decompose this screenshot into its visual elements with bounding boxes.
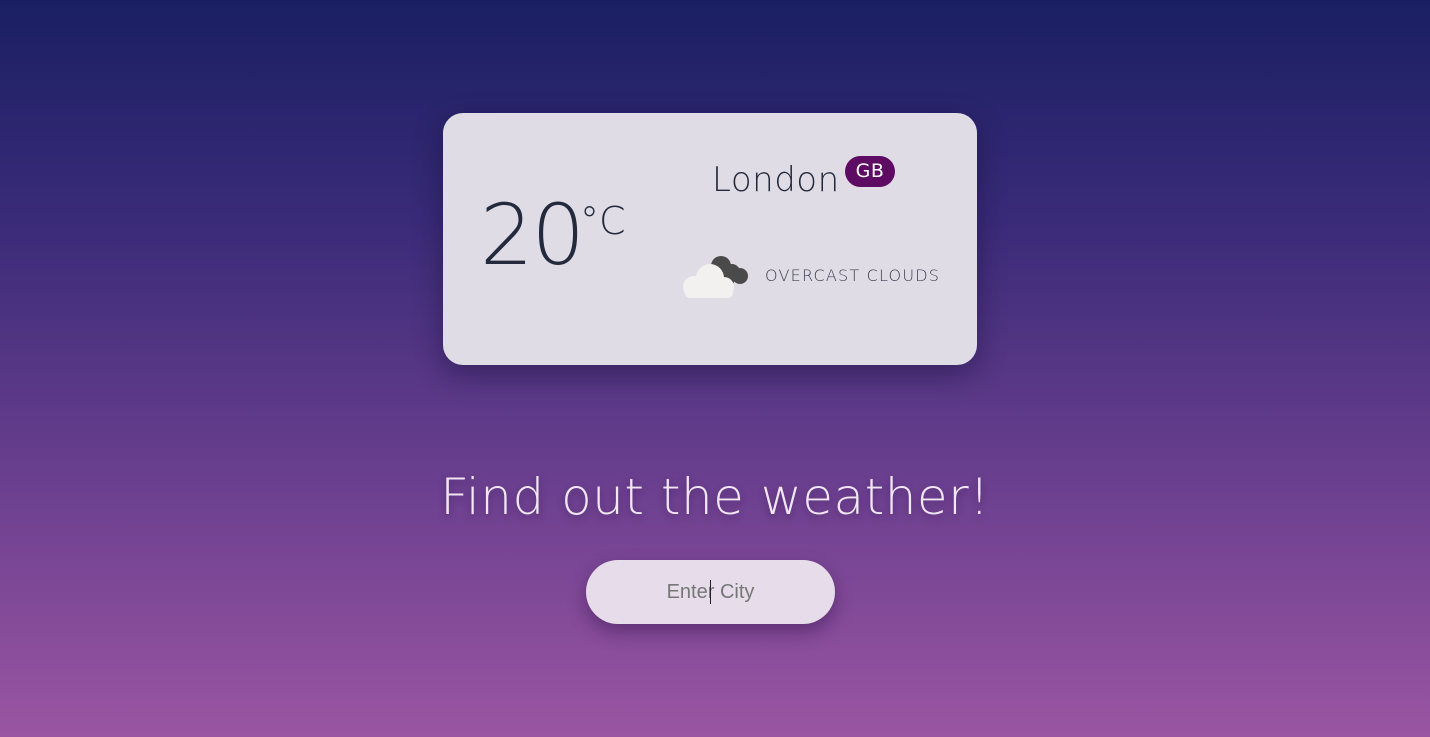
overcast-clouds-icon — [683, 256, 748, 298]
condition-label: OVERCAST CLOUDS — [765, 265, 941, 285]
weather-condition: OVERCAST CLOUDS — [680, 251, 940, 299]
country-badge: GB — [844, 156, 896, 187]
location: London GB — [712, 156, 896, 204]
temperature-unit: °C — [580, 199, 626, 243]
temperature-value: 20 — [480, 186, 585, 284]
weather-card: 20 °C London GB OVERCAST CLOUDS — [443, 113, 977, 365]
text-cursor — [710, 580, 711, 604]
city-name: London — [712, 160, 840, 200]
temperature-display: 20 °C — [480, 193, 626, 277]
page-heading: Find out the weather! — [440, 468, 990, 526]
